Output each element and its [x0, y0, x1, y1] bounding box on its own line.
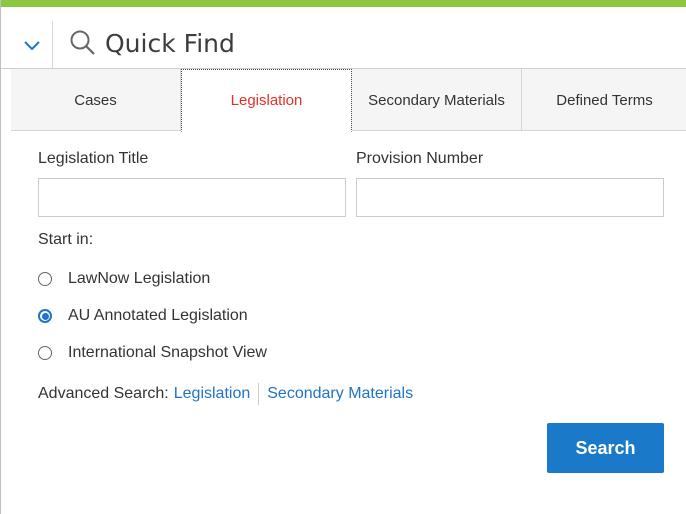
tab-cases[interactable]: Cases — [11, 69, 181, 131]
tab-secondary-materials[interactable]: Secondary Materials — [352, 69, 522, 131]
tab-defined-terms[interactable]: Defined Terms — [522, 69, 686, 131]
advanced-search: Advanced Search: Legislation Secondary M… — [38, 382, 413, 406]
quick-find-panel: Quick Find Cases Legislation Secondary M… — [0, 0, 686, 514]
collapse-toggle[interactable] — [11, 21, 53, 69]
chevron-down-icon — [23, 41, 40, 51]
advanced-search-label: Advanced Search: — [38, 385, 169, 402]
legislation-title-input[interactable] — [38, 178, 346, 217]
provision-number-label: Provision Number — [356, 150, 484, 167]
radio-button-selected[interactable] — [38, 309, 52, 323]
radio-international-snapshot-view[interactable]: International Snapshot View — [38, 341, 267, 365]
provision-number-input[interactable] — [356, 178, 664, 217]
radio-au-annotated-legislation[interactable]: AU Annotated Legislation — [38, 304, 248, 328]
accent-bar — [1, 0, 686, 7]
radio-label: LawNow Legislation — [68, 270, 211, 287]
divider — [258, 383, 260, 405]
quick-find-title: Quick Find — [69, 26, 235, 60]
radio-label: International Snapshot View — [68, 344, 267, 361]
page-title: Quick Find — [105, 28, 235, 58]
radio-button[interactable] — [38, 272, 52, 286]
quick-find-header: Quick Find — [1, 7, 686, 69]
start-in-label: Start in: — [38, 231, 94, 248]
advanced-link-secondary-materials[interactable]: Secondary Materials — [267, 385, 413, 403]
tab-bar: Cases Legislation Secondary Materials De… — [11, 69, 686, 132]
advanced-link-legislation[interactable]: Legislation — [174, 385, 251, 403]
search-icon — [70, 30, 95, 55]
tab-legislation[interactable]: Legislation — [181, 69, 352, 132]
legislation-title-label: Legislation Title — [38, 150, 149, 167]
radio-lawnow-legislation[interactable]: LawNow Legislation — [38, 267, 210, 291]
radio-label: AU Annotated Legislation — [68, 307, 248, 324]
radio-button[interactable] — [38, 346, 52, 360]
search-button[interactable]: Search — [547, 423, 664, 473]
